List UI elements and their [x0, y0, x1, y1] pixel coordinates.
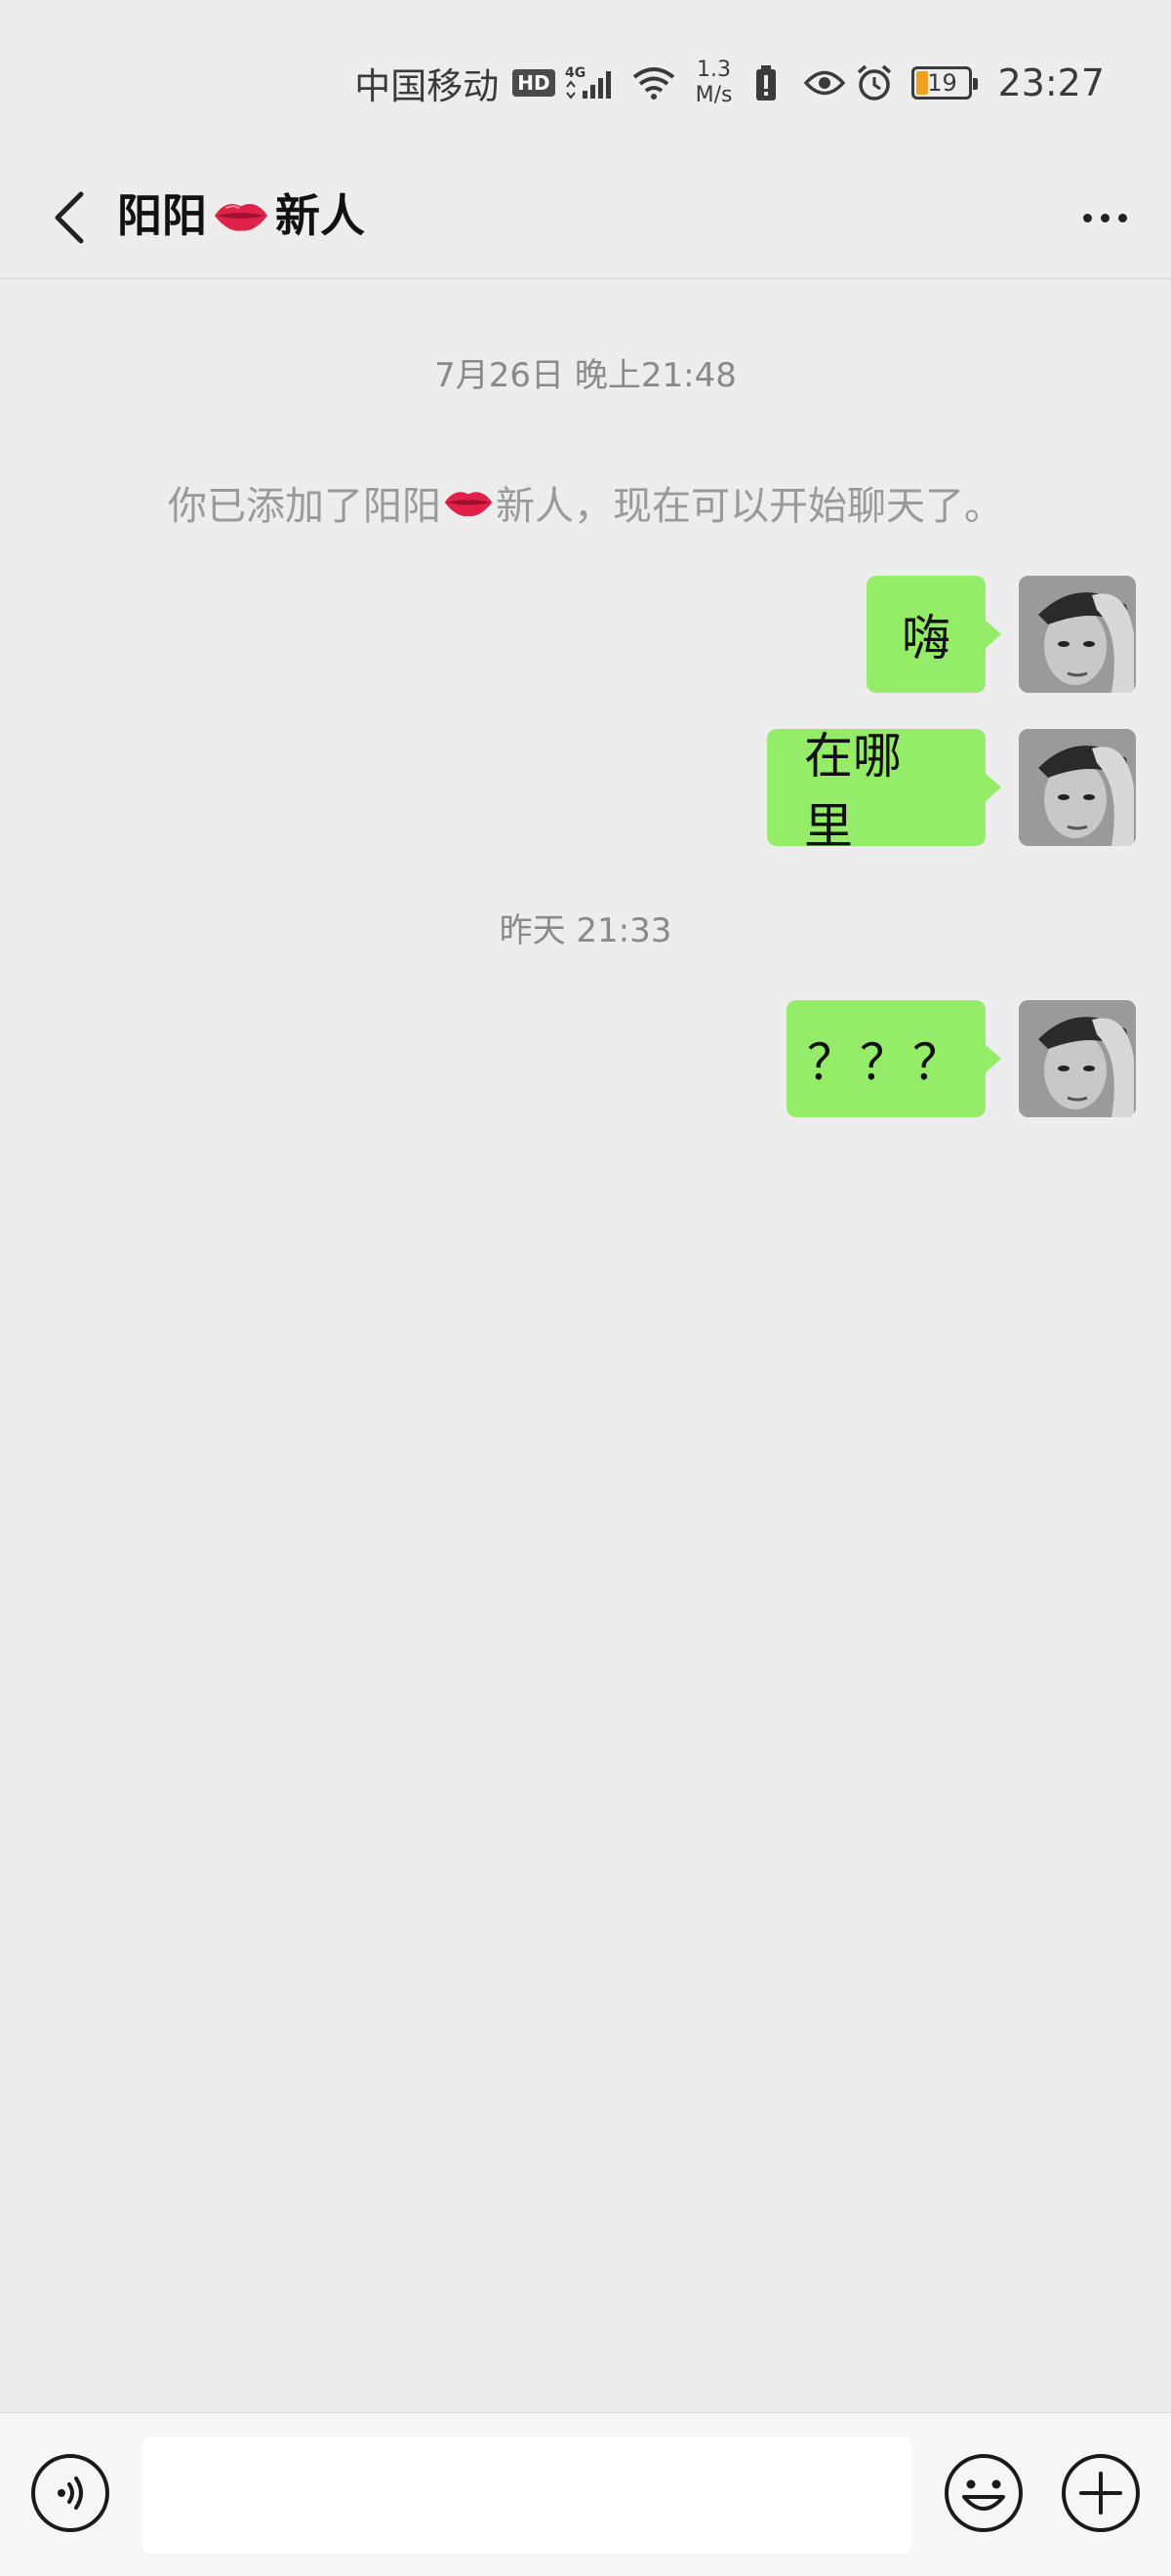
signal-icon: 4G — [565, 63, 622, 102]
timestamp-2: 昨天 21:33 — [499, 911, 672, 950]
system-message: 你已添加了阳阳 新人，现在可以开始聊天了。 — [0, 474, 1171, 531]
chat-header: 阳阳 新人 — [0, 156, 1171, 279]
hd-badge: HD — [512, 69, 555, 97]
message-bubble[interactable]: 在哪里 — [767, 728, 1001, 855]
back-button[interactable] — [35, 183, 103, 252]
voice-button[interactable] — [29, 2452, 111, 2534]
input-bar — [0, 2412, 1171, 2576]
plus-icon — [1062, 2454, 1140, 2532]
emoji-button[interactable] — [943, 2452, 1025, 2534]
alarm-icon — [855, 63, 894, 102]
lips-emoji-icon — [214, 203, 268, 231]
speed-unit: M/s — [695, 83, 733, 107]
speed-value: 1.3 — [697, 58, 732, 82]
message-input[interactable] — [141, 2436, 912, 2554]
more-dots-icon — [1082, 213, 1127, 222]
eye-icon — [804, 68, 846, 98]
battery-level: 19 — [927, 69, 957, 97]
message-row: 在哪里 — [767, 728, 1136, 855]
system-text-part2: 新人，现在可以开始聊天了。 — [496, 484, 1003, 529]
carrier-label: 中国移动 — [354, 65, 500, 107]
message-row: ？？？ — [787, 1000, 1136, 1117]
avatar[interactable] — [1019, 729, 1136, 846]
voice-icon — [31, 2454, 109, 2532]
more-button[interactable] — [1066, 183, 1144, 252]
lips-emoji-icon — [444, 492, 493, 517]
system-text-part1: 你已添加了阳阳 — [168, 484, 441, 529]
timestamp-1: 7月26日 晚上21:48 — [434, 356, 737, 395]
title-suffix: 新人 — [275, 189, 365, 242]
battery-icon: 19 — [911, 66, 979, 100]
battery-saver-icon — [751, 63, 781, 102]
avatar[interactable] — [1019, 1000, 1136, 1117]
chevron-left-icon — [55, 191, 84, 244]
message-bubble[interactable]: ？？？ — [787, 1000, 1001, 1117]
message-row: 嗨 — [867, 576, 1136, 693]
chat-screen: 中国移动 HD 4G 1.3 M/s 19 23:27 阳阳 新人 7月26日 … — [0, 0, 1171, 2576]
status-bar: 中国移动 HD 4G 1.3 M/s 19 23:27 — [0, 0, 1171, 166]
network-type: 4G — [565, 65, 586, 81]
clock: 23:27 — [997, 61, 1105, 104]
emoji-icon — [945, 2454, 1023, 2532]
title-name: 阳阳 — [117, 189, 207, 242]
wifi-icon — [631, 65, 676, 101]
chat-title: 阳阳 新人 — [117, 181, 365, 250]
avatar[interactable] — [1019, 576, 1136, 693]
network-speed: 1.3 M/s — [696, 58, 733, 108]
more-functions-button[interactable] — [1060, 2452, 1142, 2534]
message-bubble[interactable]: 嗨 — [867, 576, 1001, 693]
